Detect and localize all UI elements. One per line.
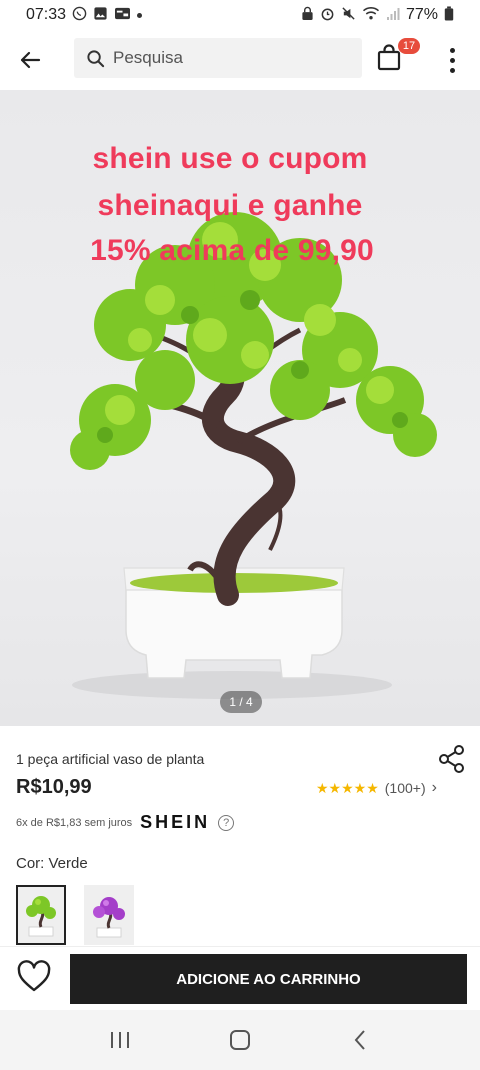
more-options-button[interactable]: [440, 44, 464, 76]
gallery-icon: [93, 6, 108, 24]
product-title: 1 peça artificial vaso de planta: [16, 751, 205, 767]
home-button[interactable]: [220, 1020, 260, 1060]
wifi-icon: [362, 6, 380, 24]
recent-apps-button[interactable]: [100, 1020, 140, 1060]
color-label: Cor: Verde: [16, 855, 88, 872]
status-time: 07:33: [26, 6, 67, 23]
notification-dot-icon: [137, 12, 143, 18]
image-counter: 1 / 4: [220, 691, 262, 713]
rating-count: (100+): [384, 780, 426, 796]
installment-info: 6x de R$1,83 sem juros SHEIN ?: [16, 812, 235, 833]
product-price: R$10,99: [16, 776, 92, 798]
recent-apps-icon: [111, 1032, 129, 1048]
chevron-left-icon: [354, 1030, 365, 1050]
battery-icon: [444, 6, 454, 24]
search-placeholder: Pesquisa: [113, 48, 183, 67]
home-icon: [230, 1030, 250, 1050]
top-header: Pesquisa 17: [0, 30, 480, 90]
green-bonsai-thumbnail: [18, 887, 64, 943]
mute-icon: [341, 6, 356, 24]
purple-bonsai-thumbnail: [84, 885, 134, 945]
installment-text: 6x de R$1,83 sem juros: [16, 816, 133, 829]
add-to-cart-button[interactable]: ADICIONE AO CARRINHO: [70, 954, 467, 1004]
bottom-action-bar: ADICIONE AO CARRINHO: [0, 946, 480, 1010]
question-icon[interactable]: ?: [218, 814, 235, 831]
system-nav-bar: [0, 1010, 480, 1070]
arrow-left-icon: [20, 51, 41, 69]
signal-icon: [386, 7, 400, 24]
alarm-icon: [320, 6, 335, 24]
promo-line-1: shein use o cupom: [92, 142, 368, 175]
wishlist-button[interactable]: [16, 959, 54, 997]
shein-logo: SHEIN: [140, 812, 211, 832]
lock-icon: [301, 6, 314, 24]
search-input[interactable]: Pesquisa: [74, 38, 362, 78]
product-image-gallery[interactable]: shein use o cupom sheinaqui e ganhe 15% …: [0, 90, 480, 726]
bonsai-image: [70, 212, 437, 699]
promo-line-2: sheinaqui e ganhe: [97, 189, 363, 222]
status-left: 07:33: [26, 6, 143, 24]
back-button[interactable]: [2, 30, 58, 90]
status-right: 77%: [301, 6, 454, 24]
swatch-purple[interactable]: [84, 885, 134, 945]
rating-stars: ★★★★★: [316, 779, 379, 796]
status-bar: 07:33 77%: [0, 0, 480, 30]
cart-count-badge: 17: [398, 38, 420, 54]
share-icon: [439, 745, 464, 773]
promo-line-3: 15% acima de 99,90: [90, 234, 374, 267]
battery-percent: 77%: [405, 6, 438, 23]
heart-icon: [17, 960, 51, 992]
chevron-right-icon: ›: [431, 779, 437, 796]
kebab-menu-icon: [449, 47, 455, 53]
whatsapp-icon: [72, 6, 87, 24]
wallet-icon: [114, 6, 131, 24]
system-back-button[interactable]: [340, 1020, 380, 1060]
share-button[interactable]: [438, 744, 466, 774]
search-icon: [87, 49, 105, 67]
swatch-green[interactable]: [16, 885, 66, 945]
rating-summary[interactable]: ★★★★★ (100+) ›: [316, 779, 437, 797]
